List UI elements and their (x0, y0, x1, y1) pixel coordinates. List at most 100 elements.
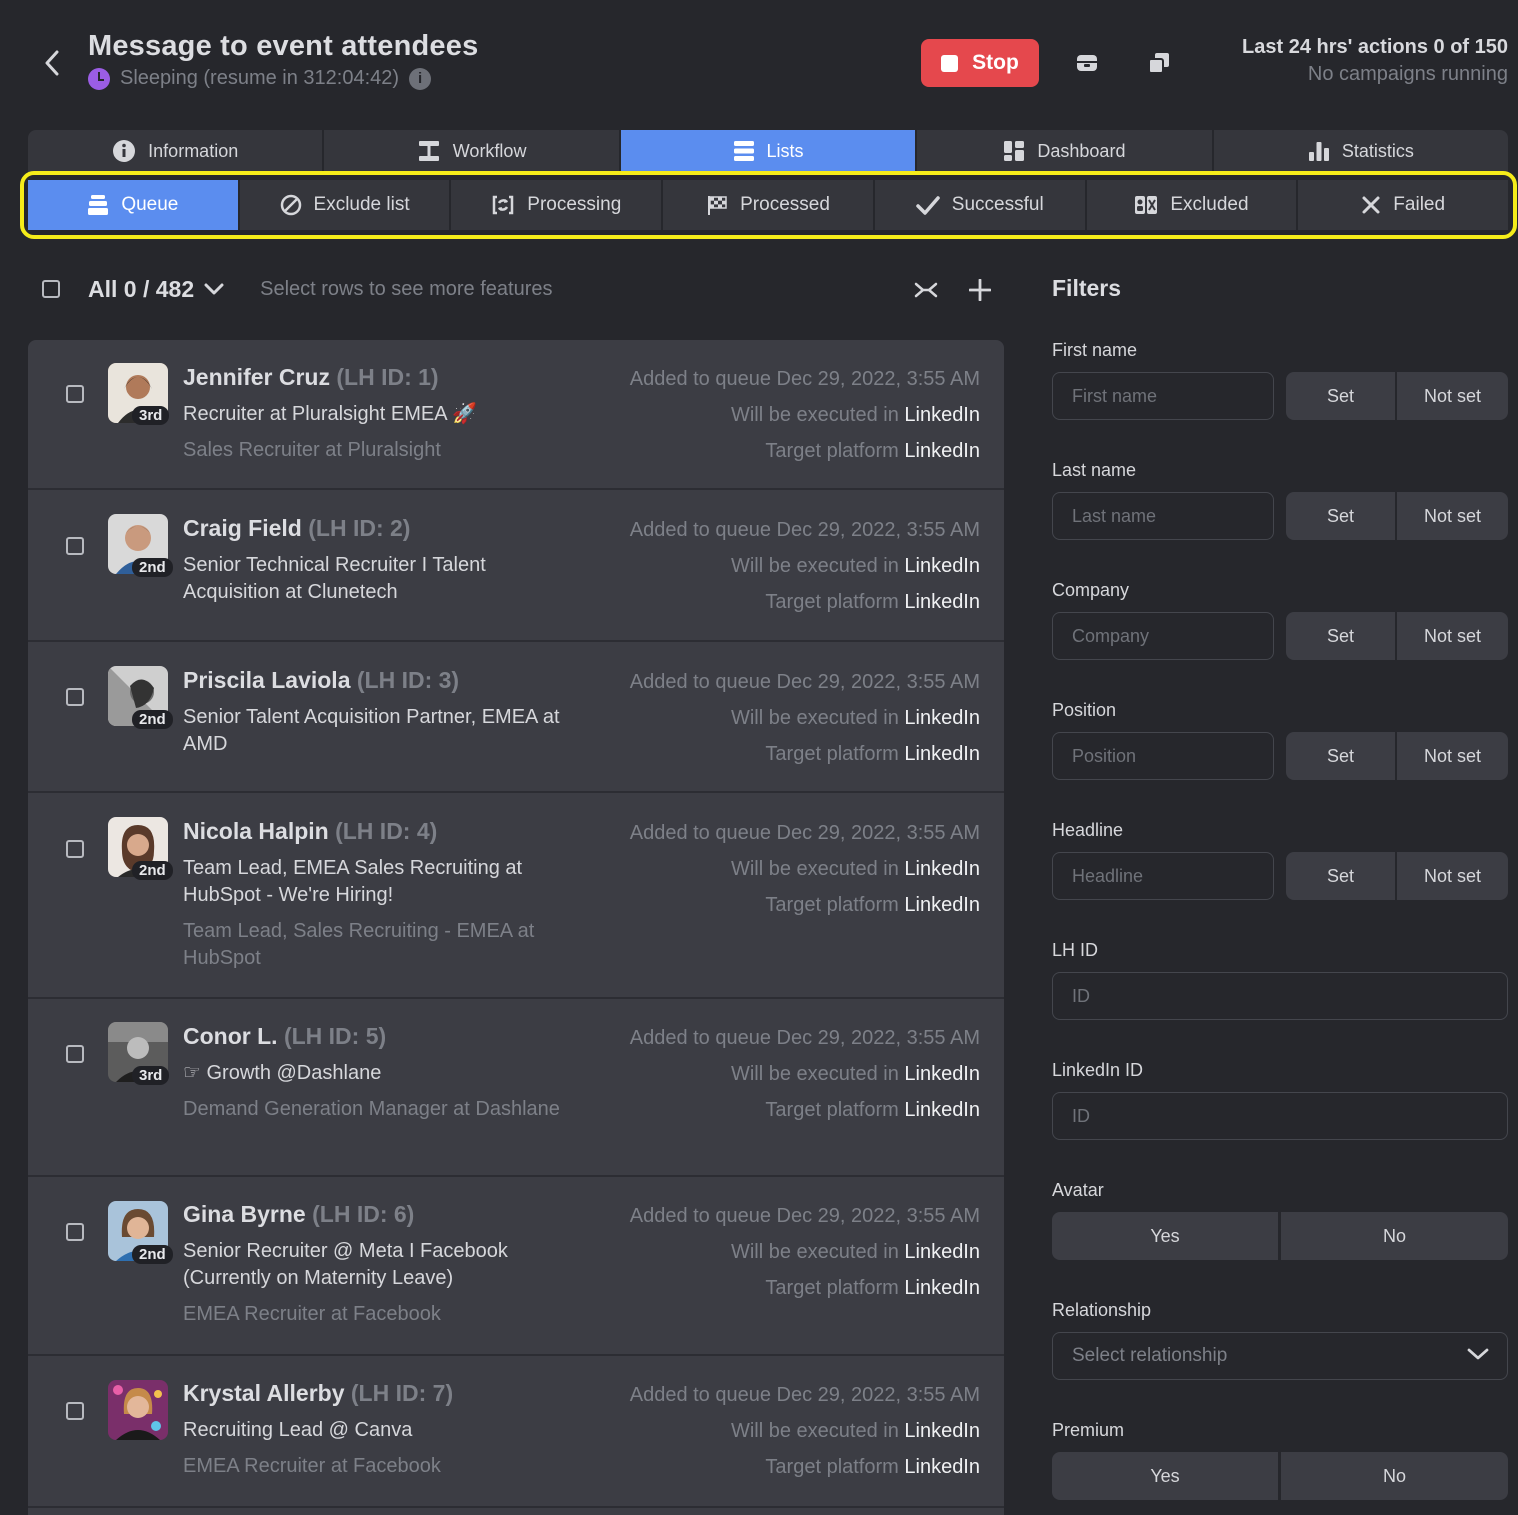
last-name-label: Last name (1052, 460, 1137, 480)
relationship-label: Relationship (1052, 1300, 1152, 1320)
position-set-button[interactable]: Set (1286, 732, 1395, 780)
chevron-down-icon[interactable] (204, 282, 224, 296)
tab-statistics[interactable]: Statistics (1214, 130, 1508, 172)
select-all-checkbox[interactable] (42, 280, 60, 298)
row-checkbox[interactable] (66, 688, 84, 706)
row-meta: Added to queue Dec 29, 2022, 3:55 AM Wil… (630, 815, 980, 923)
person-position: Team Lead, Sales Recruiting - EMEA at Hu… (183, 920, 535, 969)
row-meta: Added to queue Dec 29, 2022, 3:55 AM Wil… (630, 512, 980, 620)
clock-icon (88, 67, 110, 90)
company-set-button[interactable]: Set (1286, 612, 1395, 660)
table-row[interactable]: 2nd Priscila Laviola (LH ID: 3) Senior T… (28, 642, 1004, 793)
row-checkbox[interactable] (66, 1223, 84, 1241)
duplicate-icon (1148, 53, 1169, 74)
tab-label: Dashboard (1037, 140, 1126, 161)
added-to-queue: Added to queue Dec 29, 2022, 3:55 AM (629, 671, 980, 693)
executed-in: Will be executed in LinkedIn (730, 858, 980, 880)
chevron-left-icon (45, 50, 59, 76)
avatar-no-button[interactable]: No (1281, 1212, 1508, 1260)
row-checkbox[interactable] (66, 1402, 84, 1420)
executed-in: Will be executed in LinkedIn (730, 1063, 980, 1085)
tab-label: Workflow (452, 140, 527, 161)
table-row[interactable]: 2nd Craig Field (LH ID: 2) Senior Techni… (28, 490, 1004, 642)
linkedin-id-label: LinkedIn ID (1052, 1060, 1144, 1080)
tab-label: Lists (766, 140, 804, 161)
chevron-down-icon (1467, 1348, 1489, 1360)
person-name[interactable]: Priscila Laviola (LH ID: 3) (183, 667, 459, 694)
tab-information[interactable]: Information (28, 130, 325, 172)
table-row[interactable]: 2nd Gina Byrne (LH ID: 6) Senior Recruit… (28, 1177, 1004, 1356)
headline-not-set-button[interactable]: Not set (1397, 852, 1508, 900)
campaign-status: Sleeping (resume in 312:04:42) i (88, 67, 432, 90)
added-to-queue: Added to queue Dec 29, 2022, 3:55 AM (629, 1027, 980, 1049)
executed-in: Will be executed in LinkedIn (730, 1241, 980, 1263)
connection-degree-badge: 2nd (132, 1245, 173, 1264)
table-row[interactable]: 3rd Conor L. (LH ID: 5) ☞ Growth @Dashla… (28, 999, 1004, 1177)
queue-list: 3rd Jennifer Cruz (LH ID: 1) Recruiter a… (28, 340, 1004, 1515)
added-to-queue: Added to queue Dec 29, 2022, 3:55 AM (629, 1384, 980, 1406)
actions-count: Last 24 hrs' actions 0 of 150 (1242, 36, 1508, 58)
person-name[interactable]: Krystal Allerby (LH ID: 7) (183, 1380, 453, 1407)
position-input[interactable]: Position (1052, 732, 1274, 780)
first-name-input[interactable]: First name (1052, 372, 1274, 420)
first-name-set-button[interactable]: Set (1286, 372, 1395, 420)
selection-count: All 0 / 482 (88, 275, 195, 302)
last-name-input[interactable]: Last name (1052, 492, 1274, 540)
row-meta: Added to queue Dec 29, 2022, 3:55 AM Wil… (630, 664, 980, 772)
row-checkbox[interactable] (66, 840, 84, 858)
table-row[interactable]: 2nd Nicola Halpin (LH ID: 4) Team Lead, … (28, 793, 1004, 999)
company-input[interactable]: Company (1052, 612, 1274, 660)
person-name[interactable]: Gina Byrne (LH ID: 6) (183, 1201, 414, 1228)
headline-set-button[interactable]: Set (1286, 852, 1395, 900)
row-checkbox[interactable] (66, 537, 84, 555)
person-position: Demand Generation Manager at Dashlane (183, 1098, 560, 1120)
last-name-not-set-button[interactable]: Not set (1397, 492, 1508, 540)
tab-workflow[interactable]: Workflow (324, 130, 621, 172)
headline-input[interactable]: Headline (1052, 852, 1274, 900)
row-checkbox[interactable] (66, 1045, 84, 1063)
person-name[interactable]: Conor L. (LH ID: 5) (183, 1023, 386, 1050)
company-not-set-button[interactable]: Not set (1397, 612, 1508, 660)
person-headline: Recruiter at Pluralsight EMEA 🚀 (183, 403, 477, 425)
info-icon[interactable]: i (409, 67, 432, 90)
person-headline: Team Lead, EMEA Sales Recruiting at HubS… (183, 857, 523, 906)
tab-lists[interactable]: Lists (620, 130, 918, 172)
table-row[interactable]: 3rd Jennifer Cruz (LH ID: 1) Recruiter a… (28, 340, 1004, 490)
first-name-not-set-button[interactable]: Not set (1397, 372, 1508, 420)
avatar-yes-button[interactable]: Yes (1052, 1212, 1278, 1260)
last-name-set-button[interactable]: Set (1286, 492, 1395, 540)
archive-button[interactable] (1072, 48, 1102, 78)
row-meta: Added to queue Dec 29, 2022, 3:55 AM Wil… (630, 361, 980, 469)
table-row[interactable]: Krystal Allerby (LH ID: 7) Recruiting Le… (28, 1356, 1004, 1508)
avatar (108, 1380, 168, 1440)
position-not-set-button[interactable]: Not set (1397, 732, 1508, 780)
lh-id-input[interactable]: ID (1052, 972, 1508, 1020)
person-name[interactable]: Craig Field (LH ID: 2) (183, 515, 410, 542)
stop-button[interactable]: Stop (921, 39, 1039, 87)
tab-dashboard[interactable]: Dashboard (917, 130, 1214, 172)
campaigns-running: No campaigns running (1307, 63, 1508, 85)
connection-degree-badge: 2nd (132, 861, 173, 880)
row-meta: Added to queue Dec 29, 2022, 3:55 AM Wil… (630, 1377, 980, 1485)
filters-title: Filters (1052, 275, 1122, 301)
tab-label: Statistics (1341, 140, 1414, 161)
premium-yes-button[interactable]: Yes (1052, 1452, 1278, 1500)
person-name[interactable]: Jennifer Cruz (LH ID: 1) (183, 364, 439, 391)
relationship-select[interactable]: Select relationship (1052, 1332, 1508, 1380)
row-checkbox[interactable] (66, 385, 84, 403)
page-title: Message to event attendees (88, 30, 479, 62)
position-label: Position (1052, 700, 1117, 720)
back-button[interactable] (38, 48, 66, 78)
target-platform: Target platform LinkedIn (765, 591, 980, 613)
list-icon (733, 141, 754, 161)
duplicate-button[interactable] (1144, 48, 1174, 78)
linkedin-id-input[interactable]: ID (1052, 1092, 1508, 1140)
target-platform: Target platform LinkedIn (765, 1277, 980, 1299)
premium-no-button[interactable]: No (1281, 1452, 1508, 1500)
connection-degree-badge: 3rd (132, 1066, 170, 1085)
person-name[interactable]: Nicola Halpin (LH ID: 4) (183, 818, 437, 845)
add-button[interactable] (966, 276, 994, 304)
first-name-label: First name (1052, 340, 1138, 360)
added-to-queue: Added to queue Dec 29, 2022, 3:55 AM (629, 1205, 980, 1227)
collapse-button[interactable] (912, 276, 940, 304)
